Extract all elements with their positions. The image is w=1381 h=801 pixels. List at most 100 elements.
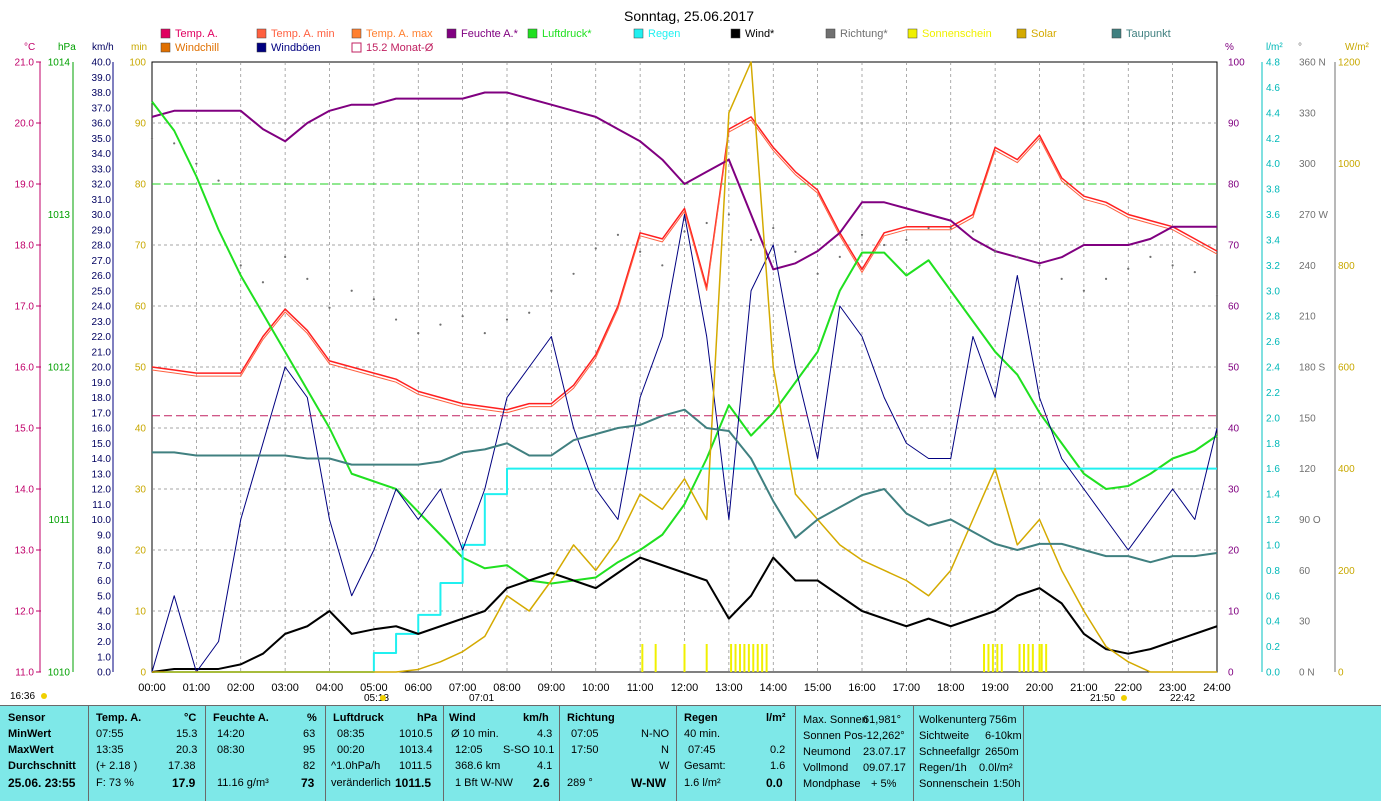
rain-r4b: 0.0 [766, 776, 783, 790]
press-header: Luftdruck [333, 712, 384, 724]
direction-point [372, 298, 375, 301]
direction-point [394, 318, 398, 321]
solar-tick: 1200 [1338, 58, 1361, 69]
direction-point [217, 179, 220, 182]
legend-label: Taupunkt [1126, 28, 1171, 40]
wind-tick: 1.0 [97, 652, 111, 663]
dir-r4b: W-NW [631, 776, 667, 790]
weather-chart: Sonntag, 25.06.2017 Temp. A. Temp. A. min… [0, 0, 1381, 705]
temp-tick: 20.0 [15, 119, 35, 130]
wind-tick: 20.0 [92, 363, 112, 374]
statistics-panel: Sensor MinWert MaxWert Durchschnitt 25.0… [0, 705, 1381, 801]
wind-tick: 24.0 [92, 302, 112, 313]
rain-tick: 0.0 [1266, 668, 1280, 679]
direction-point [150, 137, 154, 140]
solar-tick: 1000 [1338, 159, 1361, 170]
legend-label: Feuchte A.* [461, 28, 519, 40]
astro-label-4: Mondphase [803, 778, 861, 790]
temp-unit: °C [184, 712, 197, 724]
rain-tick: 3.2 [1266, 261, 1280, 272]
rain-tick: 2.6 [1266, 337, 1280, 348]
wind-r4a: 1 Bft W-NW [455, 777, 513, 789]
legend-label: Temp. A. [175, 28, 218, 40]
sunset-time: 21:50 [1090, 693, 1115, 704]
weather-value-0: 756m [989, 714, 1017, 726]
percent-tick: 50 [1228, 363, 1240, 374]
wind-tick: 14.0 [92, 454, 112, 465]
row-max-label: MaxWert [8, 744, 54, 756]
wind-tick: 8.0 [97, 546, 111, 557]
dir-r2a: 17:50 [571, 744, 599, 756]
weather-label-4: Sonnenschein [919, 778, 989, 790]
rain-tick: 4.8 [1266, 58, 1280, 69]
dir-r1a: 07:05 [571, 728, 599, 740]
temp-tick: 19.0 [15, 180, 35, 191]
sunmin-tick: 50 [135, 363, 147, 374]
legend-label: Windchill [175, 42, 219, 54]
press-trend: ^1.0hPa/h [331, 760, 381, 772]
wind-tick: 3.0 [97, 622, 111, 633]
sunmin-tick: 10 [135, 607, 147, 618]
stats-col-temp: Temp. A. °C 07:55 15.3 13:35 20.3 (+ 2.1… [88, 706, 206, 801]
dir-r4a: 289 ° [567, 777, 593, 789]
temp-feel: F: 73 % [96, 777, 134, 789]
press-min: 1010.5 [399, 728, 433, 740]
wind-tick: 17.0 [92, 408, 112, 419]
rain-tick: 4.6 [1266, 83, 1280, 94]
sun-icon [41, 693, 47, 699]
direction-point [816, 272, 819, 275]
temp-tick: 14.0 [15, 485, 35, 496]
direction-tick: 330 [1299, 108, 1316, 119]
weather-label-2: Schneefallgr [919, 746, 981, 758]
direction-point [483, 332, 486, 335]
direction-point [173, 142, 176, 145]
direction-point [550, 289, 553, 292]
noon-time: 07:01 [469, 693, 494, 704]
direction-point [616, 233, 620, 236]
direction-point [1104, 277, 1108, 280]
direction-point [749, 238, 753, 242]
stats-col-pressure: Luftdruck hPa 08:35 1010.5 00:20 1013.4 … [325, 706, 444, 801]
direction-tick: 90 O [1299, 515, 1321, 526]
row-avg-label: Durchschnitt [8, 760, 76, 772]
rain-tick: 4.0 [1266, 159, 1280, 170]
astro-value-0: 61,981° [863, 714, 902, 726]
astro-label-0: Max. Sonnen [803, 714, 868, 726]
time-tick: 18:00 [937, 682, 965, 694]
stats-col-sensor: Sensor MinWert MaxWert Durchschnitt 25.0… [0, 706, 89, 801]
wind-tick: 26.0 [92, 271, 112, 282]
direction-tick: 120 [1299, 464, 1316, 475]
astro-value-4: + 5% [871, 778, 897, 790]
hum-abs: 11.16 g/m³ [217, 777, 269, 789]
wind-tick: 29.0 [92, 225, 112, 236]
wind-r1a: Ø 10 min. [451, 728, 499, 740]
temp-tick: 11.0 [15, 668, 34, 679]
wind-tick: 11.0 [92, 500, 111, 511]
temp-header: Temp. A. [96, 712, 142, 724]
wind-r1b: 4.3 [537, 728, 553, 740]
direction-point [1016, 255, 1019, 258]
wind-tick: 0.0 [97, 668, 111, 679]
hum-unit: % [307, 712, 317, 724]
temp-tick: 16.0 [15, 363, 35, 374]
wind-tick: 9.0 [97, 530, 111, 541]
legend-label: Richtung* [840, 28, 888, 40]
pressure-tick: 1013 [48, 210, 71, 221]
time-tick: 11:00 [627, 682, 654, 694]
rain-r4a: 1.6 l/m² [684, 777, 721, 789]
wind-tick: 2.0 [97, 637, 111, 648]
legend-swatch [907, 28, 918, 39]
time-tick: 08:00 [493, 682, 521, 694]
stats-col-rain: Regen l/m² 40 min. 07:45 0.2 Gesamt: 1.6… [676, 706, 796, 801]
wind-r2b: S-SO 10.1 [503, 744, 555, 756]
dir-r3b: W [659, 760, 670, 772]
wind-unit: km/h [523, 712, 549, 724]
direction-point [639, 250, 642, 253]
weather-value-4: 1:50h [993, 778, 1021, 790]
wind-tick: 10.0 [92, 515, 112, 526]
direction-tick: 30 [1299, 617, 1311, 628]
unit-label: % [1225, 42, 1234, 53]
direction-tick: 60 [1299, 566, 1311, 577]
hum-min: 63 [303, 728, 316, 740]
pressure-tick: 1011 [48, 515, 70, 526]
